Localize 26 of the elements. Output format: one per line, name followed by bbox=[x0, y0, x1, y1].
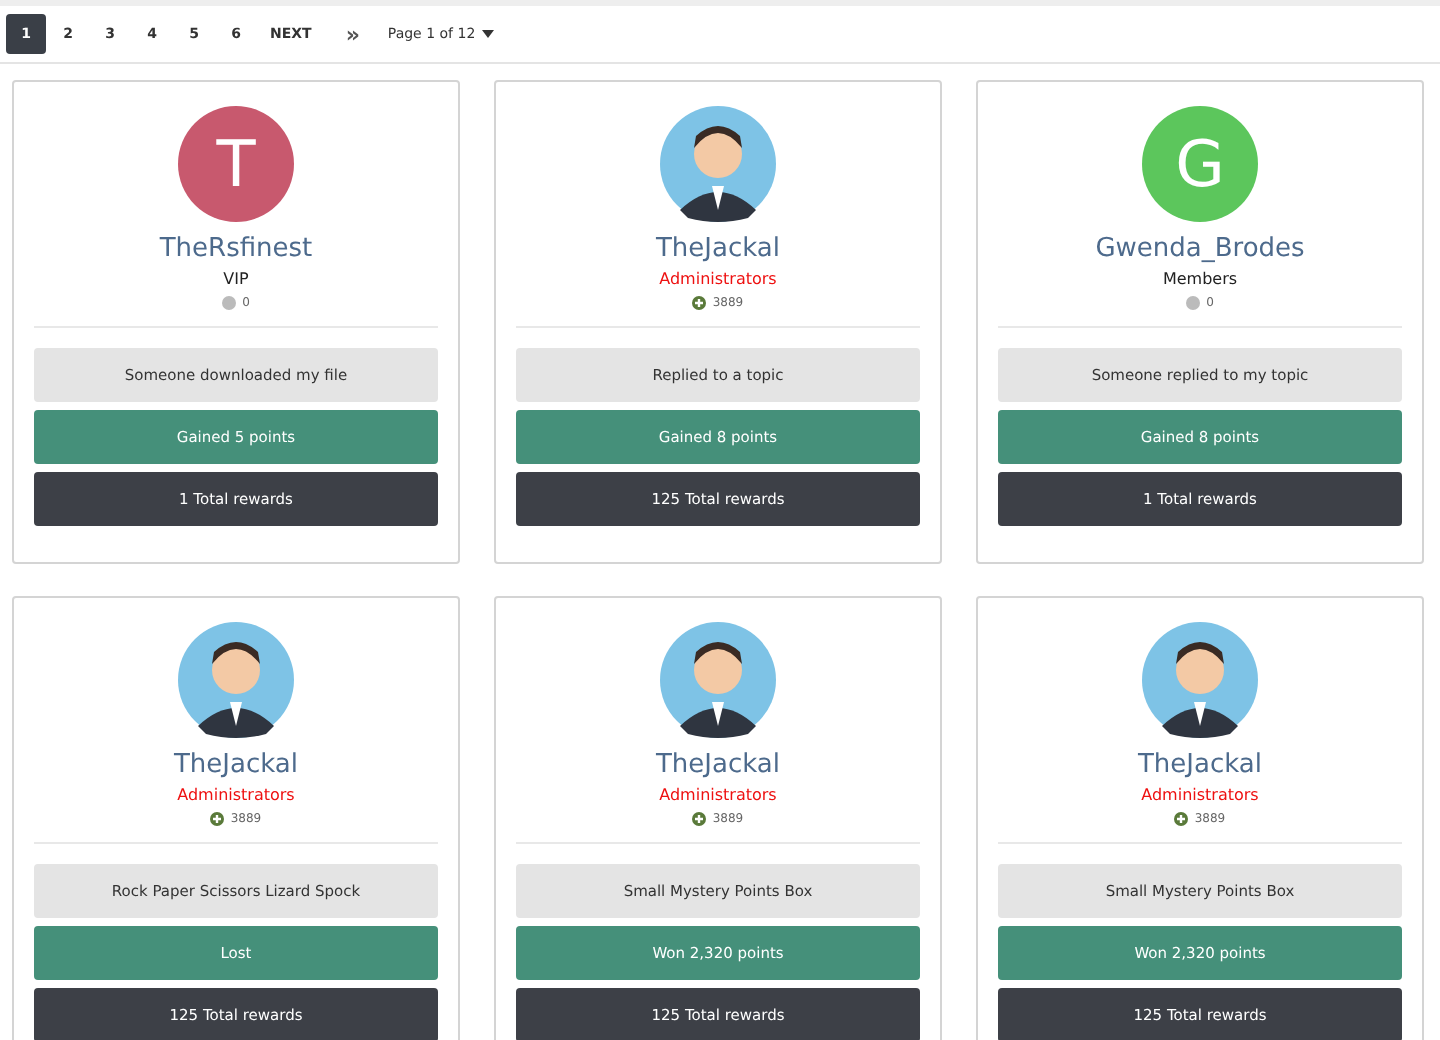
last-page-button[interactable]: » bbox=[325, 21, 380, 47]
avatar-letter: G bbox=[1142, 106, 1258, 222]
user-name[interactable]: TheJackal bbox=[1137, 750, 1262, 780]
plus-circle-icon bbox=[692, 812, 707, 826]
dot-icon bbox=[222, 296, 237, 310]
user-name[interactable]: TheJackal bbox=[173, 750, 298, 780]
caret-icon bbox=[481, 30, 494, 38]
plus-circle-icon bbox=[692, 296, 707, 310]
plus-circle-icon bbox=[210, 812, 225, 826]
avatar-silhouette-icon bbox=[660, 106, 776, 222]
avatar-silhouette-icon bbox=[660, 622, 776, 738]
plus-circle-icon bbox=[1174, 812, 1189, 826]
user-role: Administrators bbox=[659, 270, 777, 288]
user-role: Administrators bbox=[177, 786, 295, 804]
avatar-silhouette-icon bbox=[178, 622, 294, 738]
user-role: VIP bbox=[223, 270, 249, 288]
user-name[interactable]: TheJackal bbox=[655, 234, 780, 264]
dot-icon bbox=[1186, 296, 1201, 310]
user-role: Members bbox=[1162, 270, 1238, 288]
user-name[interactable]: TheJackal bbox=[655, 750, 780, 780]
user-role: Administrators bbox=[1141, 786, 1259, 804]
avatar-silhouette-icon bbox=[1142, 622, 1258, 738]
user-name[interactable]: TheRsfinest bbox=[159, 234, 313, 264]
user-name[interactable]: Gwenda_Brodes bbox=[1095, 234, 1305, 264]
user-role: Administrators bbox=[659, 786, 777, 804]
avatar-letter: T bbox=[178, 106, 294, 222]
